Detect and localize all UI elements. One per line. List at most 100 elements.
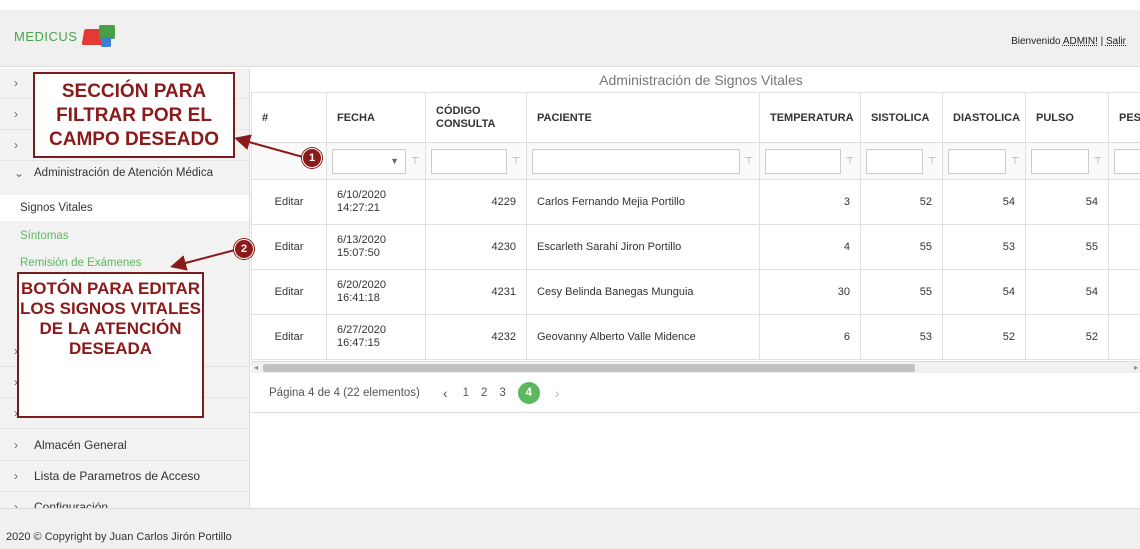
- filter-input-paciente[interactable]: [532, 148, 740, 174]
- table-row: Editar 6/13/2020 15:07:50 4230 Escarleth …: [251, 224, 1140, 270]
- col-header-peso[interactable]: PES: [1108, 92, 1140, 143]
- vitals-grid: # FECHA CÓDIGO CONSULTA PACIENTE TEMPERA…: [251, 92, 1140, 392]
- filter-funnel-icon[interactable]: ⊤: [1093, 156, 1103, 167]
- filter-funnel-icon[interactable]: ⊤: [511, 156, 521, 167]
- horizontal-scrollbar[interactable]: ◂ ▸: [251, 361, 1140, 373]
- pager-page-current[interactable]: 4: [517, 381, 540, 404]
- page-title: Administración de Signos Vitales: [599, 72, 803, 88]
- filter-input-diastolica[interactable]: [948, 148, 1006, 174]
- filter-input-pulso[interactable]: [1031, 148, 1089, 174]
- sidebar-item-label: Almacén General: [34, 438, 127, 452]
- sidebar-subitem-signos-vitales[interactable]: Signos Vitales: [0, 195, 249, 221]
- cell-temperatura: 3: [759, 179, 861, 225]
- sidebar-item-almacen[interactable]: › Almacén General: [0, 430, 249, 461]
- footer: 2020 © Copyright by Juan Carlos Jirón Po…: [0, 508, 1140, 549]
- welcome-separator: |: [1100, 36, 1104, 47]
- chevron-right-icon: ›: [14, 438, 18, 452]
- user-link[interactable]: ADMIN!: [1063, 36, 1098, 47]
- cell-peso: [1108, 224, 1140, 270]
- filter-funnel-icon[interactable]: ⊤: [744, 156, 754, 167]
- medicus-logo[interactable]: MEDICUS: [14, 23, 119, 49]
- filter-cell-temperatura: ⊤: [759, 142, 861, 180]
- col-header-sistolica[interactable]: SISTOLICA: [860, 92, 943, 143]
- filter-cell-fecha: ▼ ⊤: [326, 142, 426, 180]
- filter-funnel-icon[interactable]: ⊤: [845, 156, 855, 167]
- cell-pulso: 54: [1025, 179, 1109, 225]
- filter-cell-pulso: ⊤: [1025, 142, 1109, 180]
- cell-sistolica: 55: [860, 269, 943, 315]
- cell-diastolica: 52: [942, 314, 1026, 360]
- welcome-text: Bienvenido: [1011, 36, 1061, 47]
- cell-pulso: 52: [1025, 314, 1109, 360]
- filter-cell-peso: [1108, 142, 1140, 180]
- sidebar-item-label: Lista de Parametros de Acceso: [34, 469, 201, 483]
- filter-input-sistolica[interactable]: [866, 148, 923, 174]
- col-header-codigo[interactable]: CÓDIGO CONSULTA: [425, 92, 527, 143]
- sidebar-item-parametros[interactable]: › Lista de Parametros de Acceso: [0, 461, 249, 492]
- scrollbar-thumb[interactable]: [263, 364, 915, 372]
- logo-cross-icon: [81, 23, 119, 49]
- filter-cell-sistolica: ⊤: [860, 142, 943, 180]
- filter-row: ▼ ⊤ ⊤ ⊤ ⊤ ⊤ ⊤ ⊤: [251, 142, 1140, 180]
- pager-prev-icon[interactable]: ‹: [443, 385, 448, 401]
- cell-peso: [1108, 314, 1140, 360]
- sidebar-item-atencion-medica[interactable]: ⌄ Administración de Atención Médica: [0, 161, 249, 185]
- chevron-down-icon: ⌄: [14, 166, 25, 180]
- cell-fecha: 6/10/2020 14:27:21: [326, 179, 426, 225]
- cell-codigo: 4229: [425, 179, 527, 225]
- pager-next-icon[interactable]: ›: [555, 385, 560, 401]
- cell-paciente: Escarleth Sarahi Jiron Portillo: [526, 224, 760, 270]
- filter-funnel-icon[interactable]: ⊤: [927, 156, 937, 167]
- dropdown-arrow-icon[interactable]: ▼: [390, 156, 399, 166]
- cell-date: 6/27/2020: [337, 324, 386, 336]
- chevron-right-icon: ›: [14, 500, 18, 508]
- col-header-temperatura[interactable]: TEMPERATURA: [759, 92, 861, 143]
- cell-codigo: 4231: [425, 269, 527, 315]
- cell-codigo: 4232: [425, 314, 527, 360]
- chevron-right-icon: ›: [14, 76, 18, 90]
- chevron-right-icon: ›: [14, 469, 18, 483]
- edit-link[interactable]: Editar: [251, 269, 327, 315]
- copyright-text: 2020 © Copyright by Juan Carlos Jirón Po…: [6, 531, 232, 543]
- edit-link[interactable]: Editar: [251, 314, 327, 360]
- annotation-callout-filter: SECCIÓN PARA FILTRAR POR EL CAMPO DESEAD…: [33, 72, 235, 158]
- pager: Página 4 de 4 (22 elementos) ‹ 1 2 3 4 ›: [251, 373, 1140, 413]
- table-row: Editar 6/27/2020 16:47:15 4232 Geovanny A…: [251, 314, 1140, 360]
- filter-funnel-icon[interactable]: ⊤: [410, 156, 420, 167]
- filter-input-temperatura[interactable]: [765, 148, 841, 174]
- col-header-fecha[interactable]: FECHA: [326, 92, 426, 143]
- pager-page-2[interactable]: 2: [481, 387, 487, 399]
- logo-text: MEDICUS: [14, 28, 78, 44]
- col-header-paciente[interactable]: PACIENTE: [526, 92, 760, 143]
- sidebar-subitem-sintomas[interactable]: Síntomas: [0, 223, 249, 249]
- filter-cell-diastolica: ⊤: [942, 142, 1026, 180]
- annotation-callout-edit: BOTÓN PARA EDITAR LOS SIGNOS VITALES DE …: [17, 272, 204, 418]
- sidebar-item-label: Configuración: [34, 500, 109, 508]
- cell-sistolica: 55: [860, 224, 943, 270]
- cell-paciente: Carlos Fernando Mejia Portillo: [526, 179, 760, 225]
- chevron-right-icon: ›: [14, 107, 18, 121]
- filter-cell-paciente: ⊤: [526, 142, 760, 180]
- cell-pulso: 54: [1025, 269, 1109, 315]
- cell-fecha: 6/13/2020 15:07:50: [326, 224, 426, 270]
- col-header-index[interactable]: #: [251, 92, 327, 143]
- logout-link[interactable]: Salir: [1106, 36, 1126, 47]
- cell-codigo: 4230: [425, 224, 527, 270]
- col-header-pulso[interactable]: PULSO: [1025, 92, 1109, 143]
- cell-sistolica: 52: [860, 179, 943, 225]
- pager-page-3[interactable]: 3: [499, 387, 505, 399]
- filter-funnel-icon[interactable]: ⊤: [1010, 156, 1020, 167]
- welcome-bar: Bienvenido ADMIN! | Salir: [1011, 36, 1126, 47]
- edit-link[interactable]: Editar: [251, 179, 327, 225]
- filter-input-peso[interactable]: [1114, 148, 1140, 174]
- cell-pulso: 55: [1025, 224, 1109, 270]
- cell-time: 14:27:21: [337, 202, 380, 214]
- sidebar-item-label: Administración de Atención Médica: [34, 167, 213, 179]
- col-header-diastolica[interactable]: DIASTOLICA: [942, 92, 1026, 143]
- filter-input-fecha[interactable]: ▼: [332, 148, 406, 174]
- cell-paciente: Cesy Belinda Banegas Munguia: [526, 269, 760, 315]
- sidebar-item-configuracion[interactable]: › Configuración: [0, 492, 249, 508]
- filter-input-codigo[interactable]: [431, 148, 507, 174]
- edit-link[interactable]: Editar: [251, 224, 327, 270]
- pager-page-1[interactable]: 1: [463, 387, 469, 399]
